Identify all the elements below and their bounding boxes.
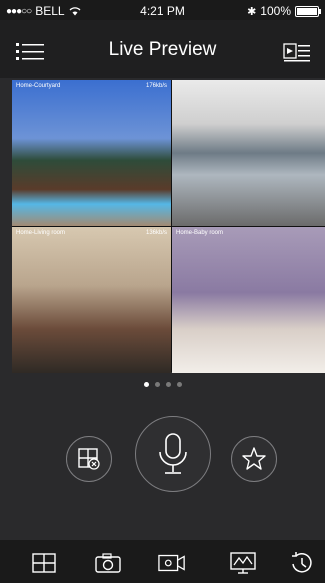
battery-area: ✱ 100% bbox=[247, 4, 321, 18]
camera-view-baby-room[interactable]: Home-Baby room bbox=[172, 227, 325, 373]
page-indicator[interactable] bbox=[0, 382, 325, 387]
battery-percent: 100% bbox=[260, 4, 291, 18]
camera-label: Home-Living room bbox=[16, 230, 66, 236]
camera-label: Home-Baby room bbox=[176, 230, 224, 236]
favorite-button[interactable] bbox=[231, 436, 277, 482]
close-window-button[interactable] bbox=[66, 436, 112, 482]
page-title: Live Preview bbox=[108, 39, 217, 60]
record-icon bbox=[158, 554, 185, 572]
close-window-icon bbox=[78, 448, 100, 470]
microphone-icon bbox=[159, 433, 187, 474]
camera-view-courtyard[interactable]: Home-Courtyard 176kb/s bbox=[12, 80, 171, 226]
camera-bitrate: 136kb/s bbox=[145, 230, 167, 236]
grid-icon bbox=[32, 553, 56, 573]
layout-button[interactable] bbox=[30, 552, 58, 574]
battery-icon bbox=[295, 5, 321, 17]
page-dot[interactable] bbox=[165, 382, 171, 387]
page-dot[interactable] bbox=[143, 382, 149, 387]
status-bar: ●●●○○ BELL 4:21 PM ✱ 100% bbox=[0, 0, 325, 20]
camera-grid: Home-Courtyard 176kb/s Home-Living room … bbox=[12, 80, 325, 373]
record-button[interactable] bbox=[158, 552, 186, 574]
talk-button[interactable] bbox=[135, 416, 211, 492]
video-list-icon[interactable] bbox=[283, 42, 311, 62]
playback-button[interactable] bbox=[288, 552, 316, 574]
bluetooth-icon: ✱ bbox=[247, 5, 257, 18]
camera-bitrate: 176kb/s bbox=[145, 83, 167, 89]
camera-icon bbox=[95, 553, 121, 573]
star-icon bbox=[242, 447, 266, 470]
camera-view-living-room[interactable]: Home-Living room 136kb/s bbox=[12, 227, 171, 373]
camera-label: Home-Courtyard bbox=[16, 83, 61, 89]
nav-bar: Live Preview bbox=[0, 20, 325, 78]
snapshot-button[interactable] bbox=[94, 552, 122, 574]
activity-icon bbox=[230, 552, 256, 574]
bottom-toolbar bbox=[0, 540, 325, 583]
page-dot[interactable] bbox=[154, 382, 160, 387]
page-dot[interactable] bbox=[176, 382, 182, 387]
playback-icon bbox=[292, 552, 312, 573]
camera-view-garage[interactable] bbox=[172, 80, 325, 226]
statistics-button[interactable] bbox=[229, 552, 257, 574]
